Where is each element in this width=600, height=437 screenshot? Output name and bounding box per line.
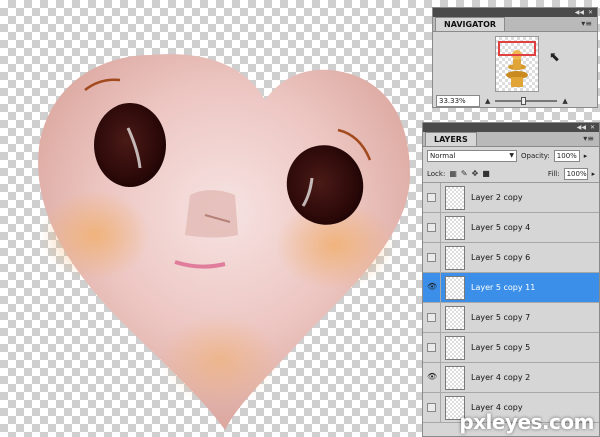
zoom-field[interactable]: 33.33%	[436, 95, 480, 107]
visibility-toggle[interactable]	[423, 243, 441, 272]
watermark: pxleyes.com	[459, 410, 594, 434]
layer-thumbnail[interactable]	[445, 275, 465, 300]
opacity-field[interactable]: 100%	[553, 150, 580, 162]
lock-all-icon[interactable]: ■	[482, 169, 490, 179]
layer-thumbnail[interactable]	[445, 335, 465, 360]
fill-label: Fill:	[547, 169, 560, 178]
tab-layers[interactable]: LAYERS	[425, 132, 477, 146]
layers-tab-bar: LAYERS ▾≡	[423, 132, 599, 147]
panel-menu-icon[interactable]: ▾≡	[581, 19, 592, 28]
layer-thumbnail[interactable]	[445, 245, 465, 270]
fill-field[interactable]: 100%	[563, 167, 588, 180]
navigator-panel: ◀◀ ✕ NAVIGATOR ▾≡ ⬉ 33.33% ▲ ▲	[432, 7, 598, 108]
lock-transparency-icon[interactable]: ▦	[449, 169, 457, 179]
zoom-row: 33.33% ▲ ▲	[433, 94, 597, 108]
zoom-slider-track	[495, 100, 558, 102]
visibility-toggle[interactable]	[423, 393, 441, 422]
visibility-toggle[interactable]	[423, 303, 441, 332]
layer-name: Layer 5 copy 6	[471, 253, 531, 262]
visibility-toggle[interactable]: 👁	[423, 273, 441, 302]
layer-row[interactable]: Layer 5 copy 6	[423, 243, 599, 273]
panel-dock-bar: ◀◀ ✕	[423, 123, 599, 132]
collapse-icon[interactable]: ◀◀	[575, 8, 584, 17]
opacity-arrow-icon[interactable]: ▸	[584, 152, 588, 160]
opacity-label: Opacity:	[521, 152, 550, 160]
fill-value: 100%	[566, 169, 587, 178]
tab-navigator[interactable]: NAVIGATOR	[435, 17, 506, 31]
layer-row[interactable]: Layer 5 copy 4	[423, 213, 599, 243]
lock-label: Lock:	[427, 169, 446, 178]
layer-name: Layer 2 copy	[471, 193, 523, 202]
zoom-out-icon[interactable]: ▲	[485, 97, 490, 105]
layer-thumbnail[interactable]	[445, 185, 465, 210]
blend-mode-select[interactable]: Normal ▼	[427, 150, 517, 162]
layer-thumbnail[interactable]	[445, 215, 465, 240]
visibility-off-box	[427, 313, 436, 322]
layer-row[interactable]: 👁 Layer 5 copy 11	[423, 273, 599, 303]
lock-row: Lock: ▦ ✎ ✥ ■ Fill: 100% ▸	[423, 165, 599, 183]
layer-thumbnail[interactable]	[445, 365, 465, 390]
layer-row[interactable]: 👁 Layer 4 copy 2	[423, 363, 599, 393]
layer-name: Layer 4 copy 2	[471, 373, 531, 382]
layers-list: Layer 2 copy Layer 5 copy 4 Layer 5 copy 6…	[423, 183, 599, 423]
collapse-icon[interactable]: ◀◀	[577, 123, 586, 132]
visibility-off-box	[427, 223, 436, 232]
opacity-value: 100%	[556, 152, 577, 160]
visibility-toggle[interactable]	[423, 183, 441, 212]
navigator-preview[interactable]: ⬉	[433, 32, 597, 94]
blend-mode-value: Normal	[430, 152, 456, 160]
chevron-down-icon: ▼	[509, 152, 514, 159]
mouse-cursor-icon: ⬉	[549, 50, 560, 65]
zoom-in-icon[interactable]: ▲	[562, 97, 567, 105]
layer-name: Layer 5 copy 7	[471, 313, 531, 322]
visibility-off-box	[427, 403, 436, 412]
visibility-off-box	[427, 253, 436, 262]
layer-row[interactable]: Layer 5 copy 5	[423, 333, 599, 363]
panel-menu-icon[interactable]: ▾≡	[583, 134, 594, 143]
lock-position-icon[interactable]: ✥	[472, 169, 479, 179]
visibility-toggle[interactable]	[423, 213, 441, 242]
eye-icon: 👁	[427, 282, 438, 291]
layer-name: Layer 5 copy 4	[471, 223, 531, 232]
eye-icon: 👁	[427, 372, 438, 381]
visibility-off-box	[427, 343, 436, 352]
zoom-slider[interactable]	[495, 97, 558, 105]
visibility-off-box	[427, 193, 436, 202]
layers-panel: ◀◀ ✕ LAYERS ▾≡ Normal ▼ Opacity: 100% ▸ …	[422, 122, 600, 437]
lock-pixels-icon[interactable]: ✎	[461, 169, 468, 179]
layer-name: Layer 5 copy 5	[471, 343, 531, 352]
fill-arrow-icon[interactable]: ▸	[592, 170, 596, 178]
visibility-toggle[interactable]: 👁	[423, 363, 441, 392]
layer-name: Layer 5 copy 11	[471, 283, 536, 292]
layer-row[interactable]: Layer 5 copy 7	[423, 303, 599, 333]
layer-row[interactable]: Layer 2 copy	[423, 183, 599, 213]
close-icon[interactable]: ✕	[588, 8, 593, 17]
zoom-slider-thumb[interactable]	[521, 97, 527, 105]
canvas-artwork	[38, 54, 411, 430]
visibility-toggle[interactable]	[423, 333, 441, 362]
panel-dock-bar: ◀◀ ✕	[433, 8, 597, 17]
left-eye	[94, 103, 166, 187]
navigator-thumbnail[interactable]	[495, 36, 539, 92]
blend-row: Normal ▼ Opacity: 100% ▸	[423, 147, 599, 165]
navigator-tab-bar: NAVIGATOR ▾≡	[433, 17, 597, 32]
layer-thumbnail[interactable]	[445, 305, 465, 330]
navigator-view-box[interactable]	[498, 41, 536, 56]
close-icon[interactable]: ✕	[590, 123, 595, 132]
